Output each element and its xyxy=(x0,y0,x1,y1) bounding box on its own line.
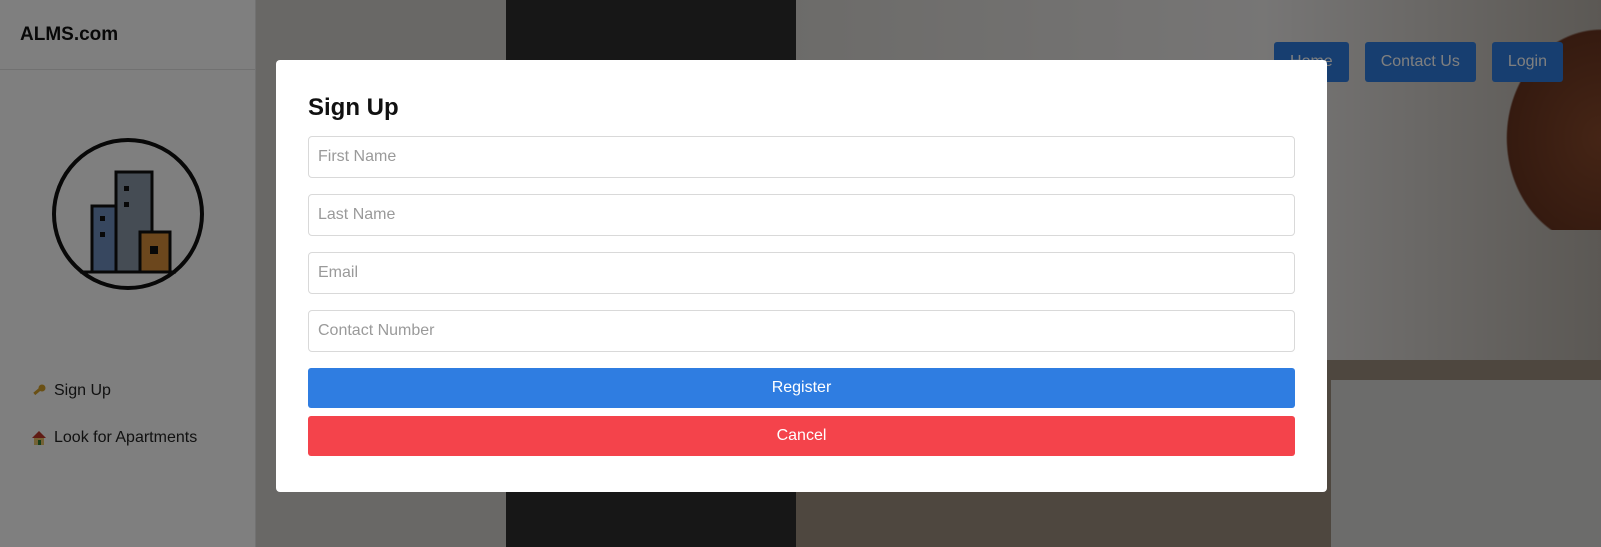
contact-number-field[interactable] xyxy=(308,310,1295,352)
cancel-button[interactable]: Cancel xyxy=(308,416,1295,456)
first-name-field[interactable] xyxy=(308,136,1295,178)
last-name-field[interactable] xyxy=(308,194,1295,236)
register-button[interactable]: Register xyxy=(308,368,1295,408)
sign-up-modal: Sign Up Register Cancel xyxy=(276,60,1327,492)
email-field[interactable] xyxy=(308,252,1295,294)
modal-title: Sign Up xyxy=(308,94,399,121)
